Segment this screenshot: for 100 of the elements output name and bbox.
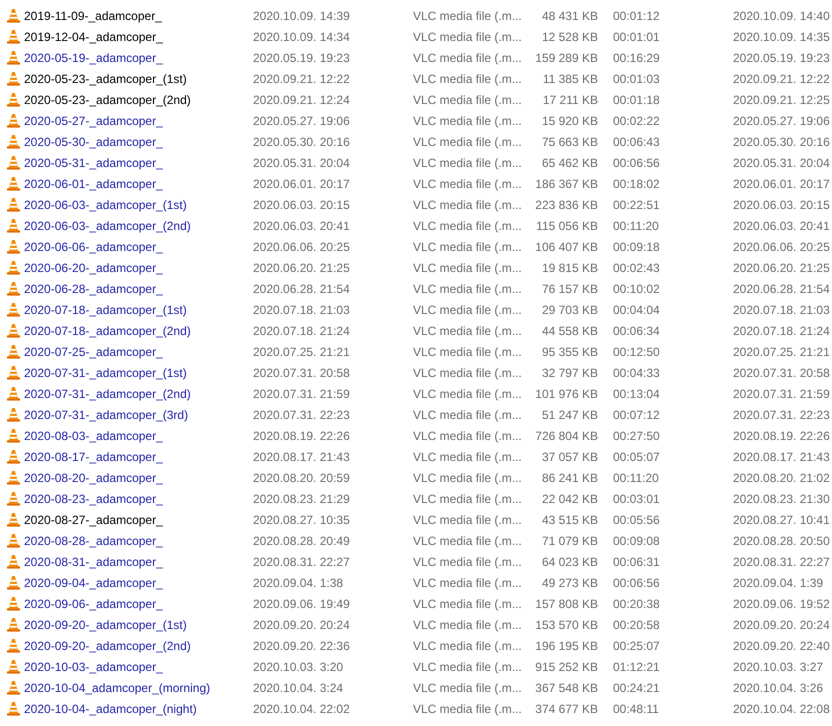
table-cell-text: 2020.05.19. 19:23: [253, 50, 351, 64]
traffic-cone-icon: [6, 8, 21, 23]
table-cell: 2020.10.03. 3:27: [733, 660, 824, 674]
table-cell-text: 00:24:21: [613, 680, 661, 694]
file-name[interactable]: 2020-10-04-_adamcoper_(night): [24, 702, 253, 716]
table-cell-text: 2020.08.17. 21:43: [253, 450, 351, 464]
file-name[interactable]: 2020-10-04_adamcoper_(morning): [24, 680, 253, 694]
table-cell-text: 196 195 KB: [534, 638, 598, 652]
file-name[interactable]: 2019-11-09-_adamcoper_: [24, 8, 253, 22]
table-cell-text: 00:06:43: [613, 134, 661, 148]
table-cell-text: 00:18:02: [613, 176, 661, 190]
file-name[interactable]: 2020-06-28-_adamcoper_: [24, 282, 253, 296]
table-cell-text: 32 797 KB: [540, 366, 598, 380]
file-name[interactable]: 2020-09-20-_adamcoper_(2nd): [24, 638, 253, 652]
file-name[interactable]: 2020-07-18-_adamcoper_(1st): [24, 302, 253, 316]
table-cell-text: 915 252 KB: [534, 660, 598, 674]
table-cell: 2020.09.06. 19:52: [733, 596, 830, 610]
file-name[interactable]: 2020-10-03-_adamcoper_: [24, 660, 253, 674]
file-name[interactable]: 2020-08-03-_adamcoper_: [24, 428, 253, 442]
file-name[interactable]: 2020-09-06-_adamcoper_: [24, 596, 253, 610]
file-name[interactable]: 2020-05-23-_adamcoper_(1st): [24, 72, 253, 86]
file-name[interactable]: 2020-07-31-_adamcoper_(2nd): [24, 386, 253, 400]
traffic-cone-icon: [6, 386, 21, 401]
traffic-cone-icon: [6, 701, 21, 716]
file-name[interactable]: 2020-08-28-_adamcoper_: [24, 534, 253, 548]
table-cell-text: VLC media file (.m...: [413, 534, 523, 548]
table-cell-text: 2020.06.20. 21:25: [253, 260, 351, 274]
table-cell-text: VLC media file (.m...: [413, 450, 523, 464]
traffic-cone-icon: [6, 50, 21, 65]
table-cell-text: 00:11:20: [613, 218, 660, 232]
table-cell-text: 43 515 KB: [540, 512, 598, 526]
file-name[interactable]: 2020-05-19-_adamcoper_: [24, 50, 253, 64]
table-cell-text: 2020.10.04. 3:24: [253, 680, 344, 694]
file-name[interactable]: 2020-08-17-_adamcoper_: [24, 450, 253, 464]
table-cell-text: 49 273 KB: [540, 576, 598, 590]
traffic-cone-icon: [6, 554, 21, 569]
table-cell-text: 00:02:43: [613, 260, 661, 274]
file-name[interactable]: 2020-07-31-_adamcoper_(1st): [24, 366, 253, 380]
table-cell-text: 2020.05.31. 20:04: [253, 156, 351, 170]
table-cell-text: 00:05:07: [613, 450, 661, 464]
table-cell-text: VLC media file (.m...: [413, 92, 523, 106]
table-cell: 2020.07.31. 20:58: [733, 366, 830, 380]
table-cell-text: 75 663 KB: [540, 134, 598, 148]
table-cell: 2020.08.23. 21:30: [733, 492, 830, 506]
file-name[interactable]: 2020-06-20-_adamcoper_: [24, 260, 253, 274]
table-cell-text: 00:01:18: [613, 92, 661, 106]
table-cell-text: 186 367 KB: [534, 176, 598, 190]
table-cell-text: 2020.10.03. 3:20: [253, 660, 344, 674]
traffic-cone-icon: [6, 71, 21, 86]
table-cell: 2020.09.21. 12:22: [733, 72, 830, 86]
table-cell: 2020.09.21. 12:25: [733, 92, 830, 106]
file-name[interactable]: 2020-08-31-_adamcoper_: [24, 554, 253, 568]
table-cell: 2020.09.04. 1:39: [733, 576, 824, 590]
table-cell-text: 367 548 KB: [534, 680, 598, 694]
file-name[interactable]: 2020-08-20-_adamcoper_: [24, 470, 253, 484]
file-name[interactable]: 2020-05-27-_adamcoper_: [24, 114, 253, 128]
table-cell-text: 12 528 KB: [540, 30, 598, 44]
table-cell: 2020.06.01. 20:17: [733, 176, 830, 190]
table-cell-text: 00:48:11: [613, 702, 660, 716]
table-cell-text: 726 804 KB: [534, 428, 598, 442]
table-cell-text: 44 558 KB: [540, 324, 598, 338]
file-name[interactable]: 2020-05-31-_adamcoper_: [24, 156, 253, 170]
table-cell: 2020.05.19. 19:23: [733, 50, 830, 64]
table-cell-text: 00:09:08: [613, 534, 661, 548]
file-name[interactable]: 2020-05-30-_adamcoper_: [24, 134, 253, 148]
table-cell-text: 2020.08.19. 22:26: [253, 428, 351, 442]
file-name[interactable]: 2020-09-04-_adamcoper_: [24, 576, 253, 590]
file-name[interactable]: 2020-07-31-_adamcoper_(3rd): [24, 408, 253, 422]
file-name[interactable]: 2020-07-18-_adamcoper_(2nd): [24, 324, 253, 338]
table-cell: 2020.09.20. 22:40: [733, 638, 830, 652]
file-name[interactable]: 2020-07-25-_adamcoper_: [24, 344, 253, 358]
traffic-cone-icon: [6, 596, 21, 611]
table-cell-text: 101 976 KB: [534, 386, 598, 400]
table-cell-text: 00:20:38: [613, 596, 661, 610]
file-name[interactable]: 2020-06-03-_adamcoper_(2nd): [24, 218, 253, 232]
table-cell: 2020.10.09. 14:40: [733, 8, 830, 22]
file-name[interactable]: 2020-09-20-_adamcoper_(1st): [24, 618, 253, 632]
table-cell-text: VLC media file (.m...: [413, 576, 523, 590]
table-cell: 2020.10.04. 22:08: [733, 702, 830, 716]
traffic-cone-icon: [6, 302, 21, 317]
table-cell: 2020.05.30. 20:16: [733, 134, 830, 148]
file-name[interactable]: 2020-08-23-_adamcoper_: [24, 492, 253, 506]
table-cell-text: 157 808 KB: [534, 596, 598, 610]
table-cell-text: VLC media file (.m...: [413, 386, 523, 400]
table-cell-text: 2020.07.31. 21:59: [253, 386, 351, 400]
traffic-cone-icon: [6, 533, 21, 548]
traffic-cone-icon: [6, 29, 21, 44]
table-cell-text: 2020.09.20. 22:36: [253, 638, 351, 652]
table-cell-text: 2020.07.31. 20:58: [253, 366, 351, 380]
table-cell-text: VLC media file (.m...: [413, 260, 523, 274]
file-name[interactable]: 2020-05-23-_adamcoper_(2nd): [24, 92, 253, 106]
table-cell-text: 2020.06.03. 20:41: [253, 218, 351, 232]
traffic-cone-icon: [6, 428, 21, 443]
file-name[interactable]: 2020-06-06-_adamcoper_: [24, 240, 253, 254]
file-name[interactable]: 2020-08-27-_adamcoper_: [24, 512, 253, 526]
file-name[interactable]: 2020-06-03-_adamcoper_(1st): [24, 198, 253, 212]
table-cell-text: VLC media file (.m...: [413, 198, 523, 212]
file-name[interactable]: 2019-12-04-_adamcoper_: [24, 30, 253, 44]
file-name[interactable]: 2020-06-01-_adamcoper_: [24, 176, 253, 190]
table-cell-text: 00:04:33: [613, 366, 661, 380]
